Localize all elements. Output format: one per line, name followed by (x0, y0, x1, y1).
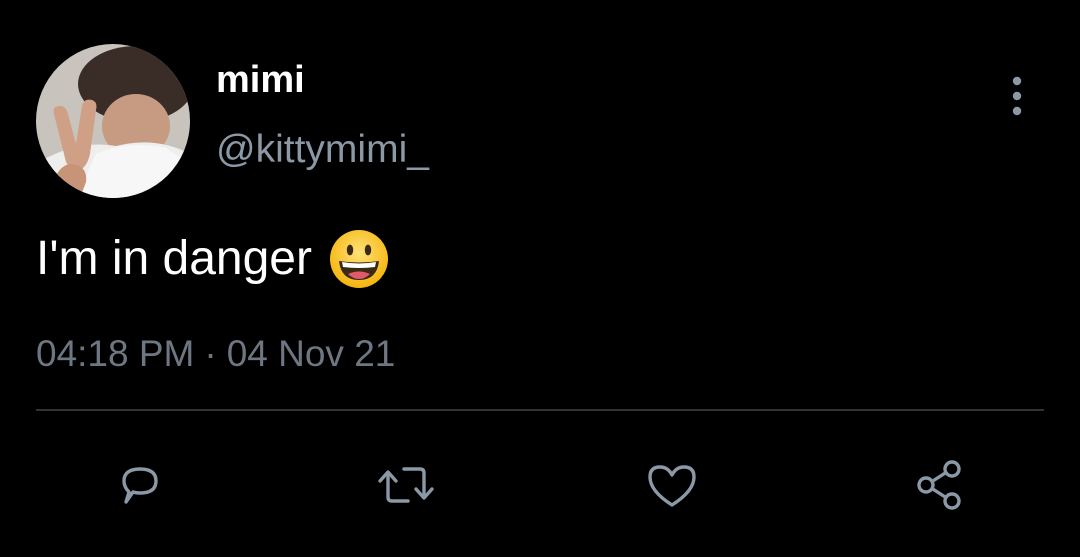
share-icon (917, 460, 961, 510)
share-button[interactable] (900, 440, 980, 530)
tweet-text: I'm in danger (36, 228, 390, 290)
more-options-button[interactable] (1000, 72, 1034, 120)
avatar[interactable] (36, 44, 190, 198)
like-button[interactable] (632, 440, 712, 530)
meta-separator: · (204, 333, 217, 374)
more-vertical-icon (1012, 76, 1022, 116)
reply-button[interactable] (100, 440, 180, 530)
grinning-face-emoji-icon (328, 228, 390, 290)
tweet-card: mimi @kittymimi_ I'm in danger 04:18 PM … (0, 0, 1080, 557)
tweet-text-content: I'm in danger (36, 232, 312, 285)
heart-icon (648, 465, 696, 507)
retweet-button[interactable] (366, 440, 446, 530)
display-name[interactable]: mimi (216, 58, 305, 102)
reply-icon (122, 467, 158, 504)
avatar-image (36, 44, 190, 198)
divider (36, 409, 1044, 411)
tweet-date: 04 Nov 21 (226, 333, 396, 374)
user-handle[interactable]: @kittymimi_ (216, 127, 429, 173)
tweet-timestamp[interactable]: 04:18 PM · 04 Nov 21 (36, 331, 395, 377)
retweet-icon (378, 467, 434, 503)
tweet-time: 04:18 PM (36, 333, 195, 374)
action-bar (0, 440, 1080, 530)
